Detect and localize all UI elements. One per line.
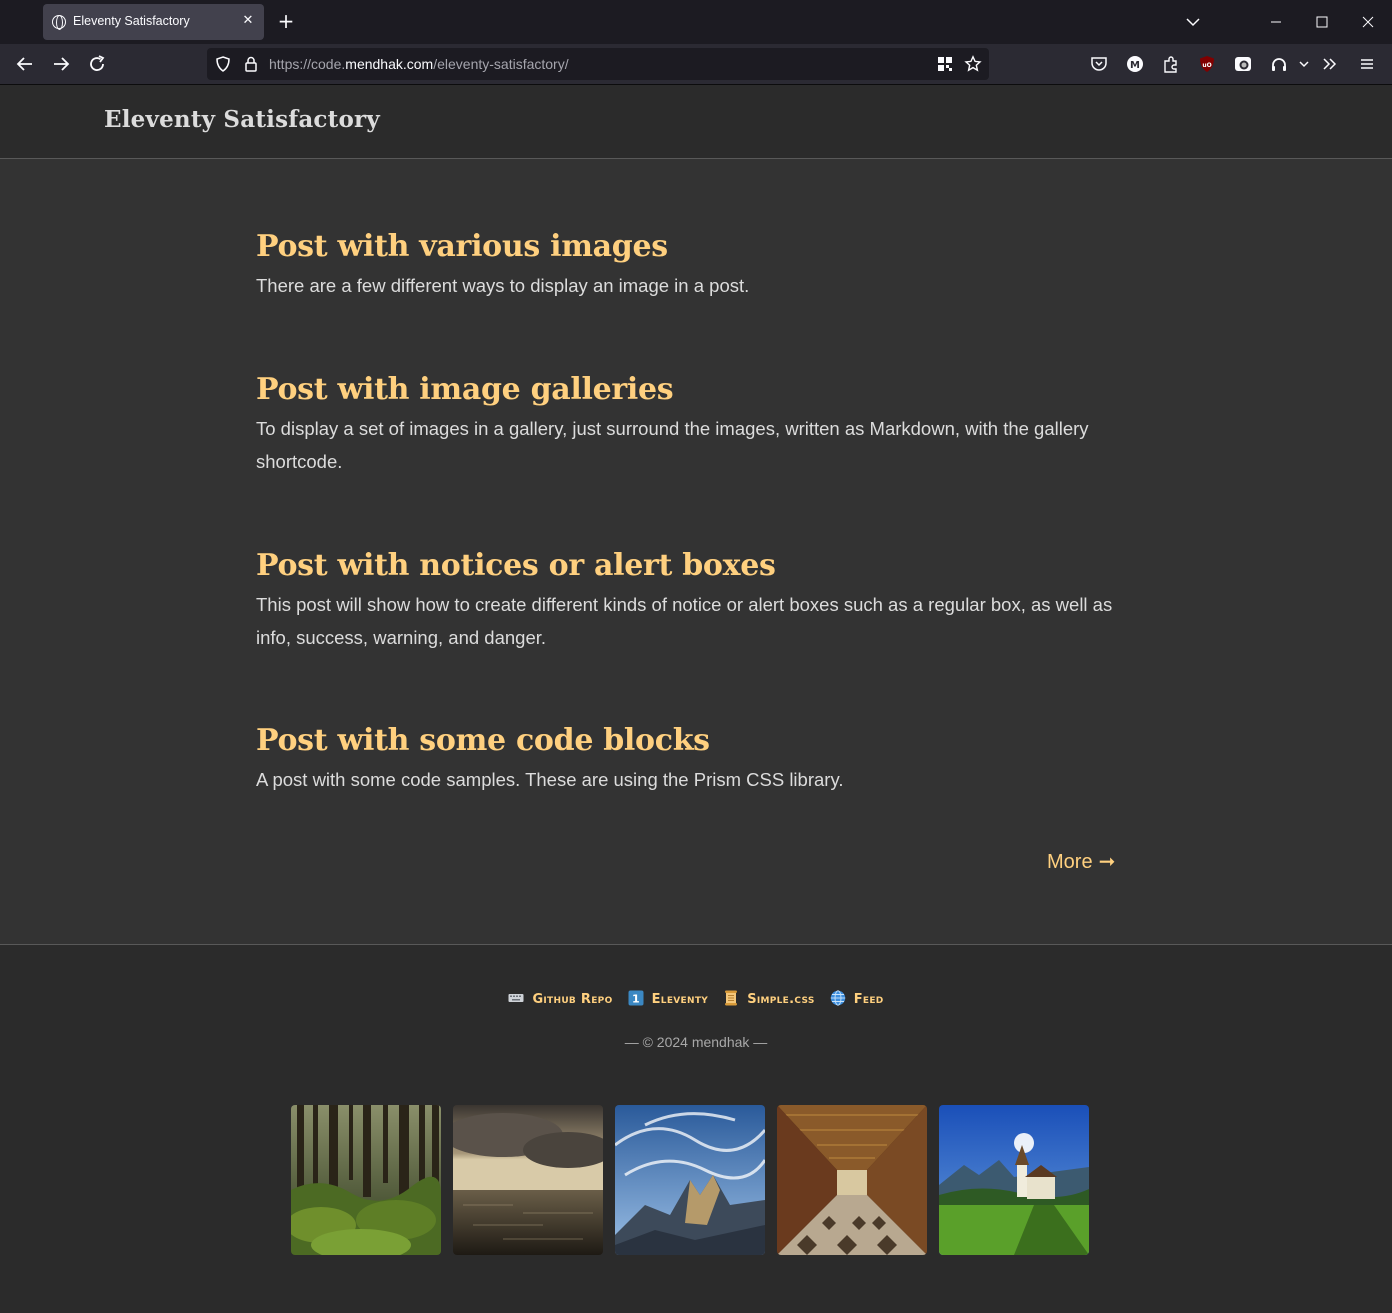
gallery-thumb-church[interactable] bbox=[939, 1105, 1089, 1255]
shield-icon[interactable] bbox=[214, 55, 232, 73]
close-window-icon[interactable] bbox=[1358, 12, 1378, 32]
sea-photo bbox=[453, 1105, 603, 1255]
pocket-icon[interactable] bbox=[1089, 54, 1109, 74]
post-excerpt: A post with some code samples. These are… bbox=[256, 769, 844, 790]
close-tab-icon[interactable]: ✕ bbox=[239, 12, 257, 30]
post-excerpt: To display a set of images in a gallery,… bbox=[256, 418, 1089, 472]
post-excerpt: This post will show how to create differ… bbox=[256, 594, 1113, 648]
mastodon-extension-icon[interactable]: M bbox=[1125, 54, 1145, 74]
back-icon[interactable] bbox=[13, 52, 37, 76]
post-list: Post with various images There are a few… bbox=[0, 159, 1392, 945]
site-title-link[interactable]: Eleventy Satisfactory bbox=[104, 106, 380, 133]
hall-photo bbox=[777, 1105, 927, 1255]
tab-title: Eleventy Satisfactory bbox=[73, 14, 190, 28]
address-bar[interactable]: https://code.mendhak.com/eleventy-satisf… bbox=[207, 48, 989, 80]
url-text[interactable]: https://code.mendhak.com/eleventy-satisf… bbox=[269, 56, 569, 72]
post-item: Post with image galleries To display a s… bbox=[256, 372, 1126, 478]
new-tab-button[interactable]: + bbox=[276, 11, 296, 31]
post-item: Post with various images There are a few… bbox=[256, 229, 1126, 302]
minimize-icon[interactable] bbox=[1266, 12, 1286, 32]
gallery-thumb-mountains[interactable] bbox=[615, 1105, 765, 1255]
globe-icon bbox=[830, 990, 846, 1006]
forward-icon[interactable] bbox=[49, 52, 73, 76]
post-title-link[interactable]: Post with various images bbox=[256, 229, 1126, 264]
ublock-origin-icon[interactable]: uO bbox=[1197, 54, 1217, 74]
arrow-right-icon: ➞ bbox=[1098, 851, 1116, 873]
footer-link-eleventy[interactable]: 1 Eleventy bbox=[628, 990, 708, 1007]
globe-icon bbox=[52, 15, 66, 30]
svg-text:uO: uO bbox=[1202, 62, 1211, 69]
footer-link-simple-css[interactable]: Simple.css bbox=[723, 990, 814, 1007]
keycap-one-icon: 1 bbox=[628, 990, 644, 1006]
bookmark-star-icon[interactable] bbox=[964, 55, 982, 73]
navigation-toolbar: https://code.mendhak.com/eleventy-satisf… bbox=[0, 44, 1392, 85]
mountain-photo bbox=[615, 1105, 765, 1255]
photo-gallery bbox=[291, 1105, 1091, 1255]
list-all-tabs-icon[interactable] bbox=[1183, 12, 1203, 32]
post-title-link[interactable]: Post with notices or alert boxes bbox=[256, 548, 1126, 583]
post-title-link[interactable]: Post with image galleries bbox=[256, 372, 1126, 407]
copyright: — © 2024 mendhak — bbox=[624, 1034, 768, 1050]
browser-tab[interactable]: Eleventy Satisfactory ✕ bbox=[43, 4, 264, 40]
site-header: Eleventy Satisfactory bbox=[0, 85, 1392, 159]
footer-link-label: Github Repo bbox=[532, 992, 613, 1007]
hamburger-menu-icon[interactable] bbox=[1357, 54, 1377, 74]
site-footer: Github Repo 1 Eleventy Simple.css Feed —… bbox=[0, 946, 1392, 1313]
reload-icon[interactable] bbox=[85, 52, 109, 76]
headphones-icon[interactable] bbox=[1269, 54, 1289, 74]
footer-link-github-repo[interactable]: Github Repo bbox=[508, 990, 612, 1007]
post-item: Post with some code blocks A post with s… bbox=[256, 723, 1126, 796]
svg-text:1: 1 bbox=[632, 993, 640, 1006]
svg-text:M: M bbox=[1130, 60, 1140, 71]
lock-icon[interactable] bbox=[242, 55, 260, 73]
gallery-thumb-sea[interactable] bbox=[453, 1105, 603, 1255]
footer-links: Github Repo 1 Eleventy Simple.css Feed bbox=[0, 988, 1392, 1007]
maximize-icon[interactable] bbox=[1312, 12, 1332, 32]
post-title-link[interactable]: Post with some code blocks bbox=[256, 723, 1126, 758]
footer-link-label: Eleventy bbox=[651, 992, 709, 1007]
footer-link-feed[interactable]: Feed bbox=[830, 990, 884, 1007]
post-excerpt: There are a few different ways to displa… bbox=[256, 275, 750, 296]
gallery-thumb-forest[interactable] bbox=[291, 1105, 441, 1255]
scroll-icon bbox=[723, 990, 739, 1006]
gallery-thumb-hall[interactable] bbox=[777, 1105, 927, 1255]
overflow-chevrons-icon[interactable] bbox=[1320, 54, 1340, 74]
footer-link-label: Simple.css bbox=[747, 992, 815, 1007]
more-label: More bbox=[1047, 851, 1093, 873]
church-photo bbox=[939, 1105, 1089, 1255]
forest-photo bbox=[291, 1105, 441, 1255]
privacy-extension-icon[interactable] bbox=[1233, 54, 1253, 74]
tab-strip: Eleventy Satisfactory ✕ + bbox=[0, 0, 1392, 44]
more-posts-link[interactable]: More ➞ bbox=[1047, 849, 1115, 874]
footer-link-label: Feed bbox=[853, 992, 884, 1007]
qr-code-icon[interactable] bbox=[936, 55, 954, 73]
post-item: Post with notices or alert boxes This po… bbox=[256, 548, 1126, 654]
chevron-down-icon[interactable] bbox=[1294, 54, 1314, 74]
extensions-puzzle-icon[interactable] bbox=[1161, 54, 1181, 74]
keyboard-icon bbox=[508, 990, 524, 1006]
